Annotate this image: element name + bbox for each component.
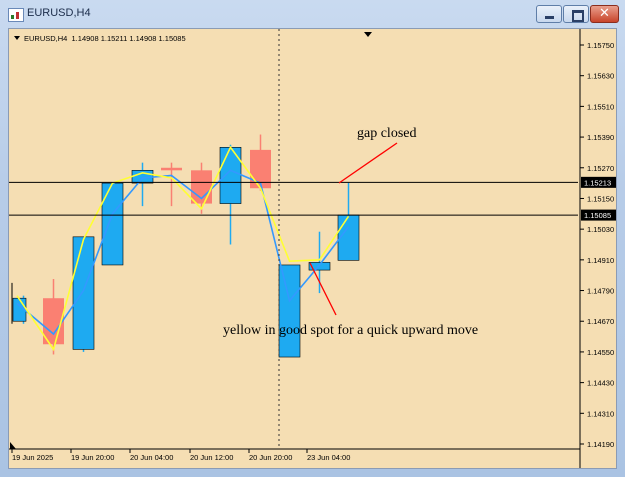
maximize-button[interactable] [563, 5, 589, 23]
price-chart[interactable]: 1.15750 1.15630 1.15510 1.15390 1.15270 1.151… [9, 29, 617, 469]
price-tick-label: 1.15270 [587, 164, 614, 173]
close-icon: ✕ [599, 6, 610, 21]
candle-body [72, 236, 95, 350]
price-tick-label: 1.15030 [587, 225, 614, 234]
minimize-button[interactable] [536, 5, 562, 23]
chart-area[interactable]: EURUSD,H4 1.14908 1.15211 1.14908 1.1508… [8, 28, 617, 469]
price-tick-label: 1.14190 [587, 440, 614, 449]
candle-body [161, 167, 182, 171]
time-tick-label: 23 Jun 04:00 [307, 453, 350, 462]
price-tick-label: 1.14670 [587, 317, 614, 326]
time-tick-label: 20 Jun 20:00 [249, 453, 292, 462]
price-tick-label: 1.14430 [587, 379, 614, 388]
gap-annotation-text: gap closed [357, 126, 416, 141]
overlays: 1.15213 1.15085 gap closed yellow in good s… [9, 29, 616, 449]
time-scale: 19 Jun 2025 19 Jun 20:00 20 Jun 04:00 20 Ju… [9, 448, 580, 462]
price-tick-label: 1.15750 [587, 41, 614, 50]
price-tick-label: 1.14310 [587, 409, 614, 418]
price-tick-label: 1.14790 [587, 287, 614, 296]
time-tick-label: 19 Jun 20:00 [71, 453, 114, 462]
price-tick-label: 1.14550 [587, 348, 614, 357]
price-tick-label: 1.15150 [587, 194, 614, 203]
maximize-icon [572, 10, 584, 22]
autoscroll-marker-icon [10, 442, 16, 449]
yellow-annotation-text: yellow in good spot for a quick upward m… [223, 323, 478, 338]
chart-window: EURUSD,H4 ✕ EURUSD,H4 1.14908 1.15211 1.… [0, 0, 625, 477]
price-tick-label: 1.15630 [587, 72, 614, 81]
time-tick-label: 19 Jun 2025 [12, 453, 53, 462]
price-tick-label: 1.15390 [587, 133, 614, 142]
gap-annotation-line [338, 142, 398, 184]
price-scale: 1.15750 1.15630 1.15510 1.15390 1.15270 1.151… [579, 29, 614, 468]
candle-body [219, 147, 242, 204]
price-line-tag-label: 1.15213 [584, 178, 611, 187]
chart-app-icon [8, 8, 24, 22]
price-tick-label: 1.14910 [587, 256, 614, 265]
yellow-annotation-line [309, 262, 337, 316]
price-tick-label: 1.15510 [587, 102, 614, 111]
candle-body [337, 214, 360, 261]
price-line-tag-label: 1.15085 [584, 211, 611, 220]
window-title: EURUSD,H4 [27, 7, 91, 19]
time-tick-label: 20 Jun 12:00 [190, 453, 233, 462]
time-tick-label: 20 Jun 04:00 [130, 453, 173, 462]
shift-marker-icon [364, 32, 372, 37]
candle-body [278, 264, 301, 358]
minimize-icon [545, 16, 554, 19]
close-button[interactable]: ✕ [590, 5, 619, 23]
title-bar[interactable]: EURUSD,H4 ✕ [0, 0, 625, 28]
candle-body [101, 182, 124, 266]
